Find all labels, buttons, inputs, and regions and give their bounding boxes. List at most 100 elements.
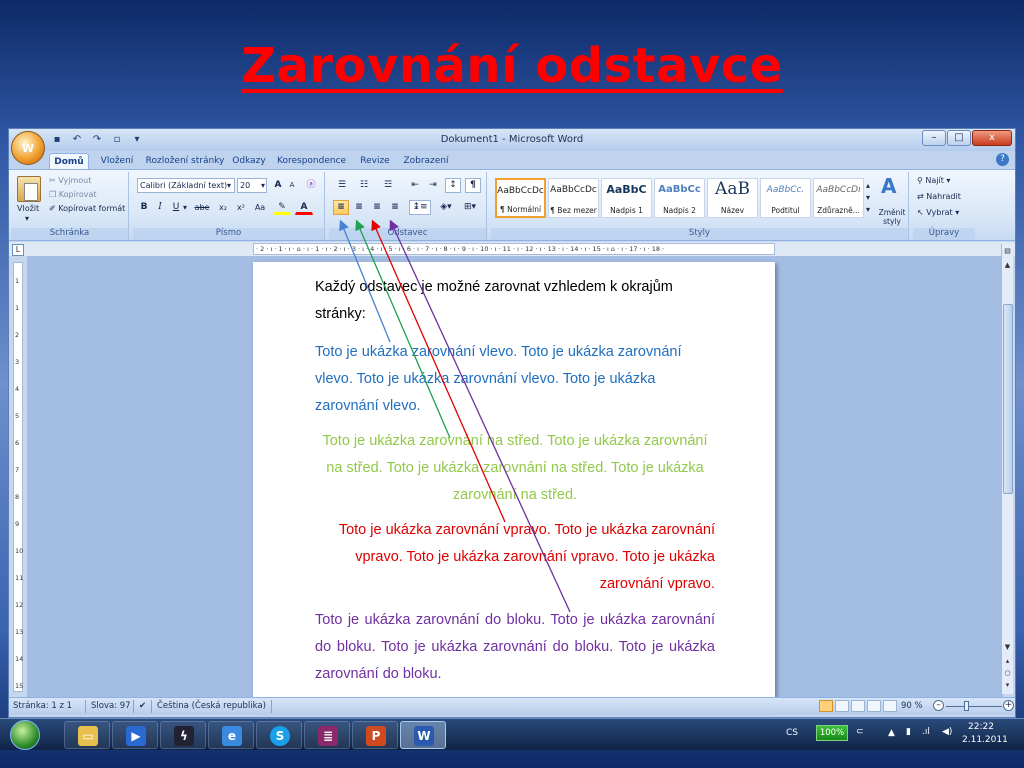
paste-icon[interactable]	[17, 176, 41, 202]
close-button[interactable]: x	[972, 130, 1012, 146]
grow-font-button[interactable]: A	[271, 178, 285, 193]
justify-button[interactable]: ≡	[387, 200, 403, 215]
numbering-button[interactable]: ☷	[355, 178, 373, 193]
style-no-spacing[interactable]: AaBbCcDc ¶ Bez mezer	[548, 178, 599, 218]
help-icon[interactable]: ?	[996, 153, 1009, 166]
taskbar-media-player[interactable]: ▶	[112, 721, 158, 749]
find-button[interactable]: ⚲ Najít ▾	[917, 176, 950, 185]
show-hidden-icons[interactable]: ▲	[888, 728, 895, 738]
strikethrough-button[interactable]: abe	[191, 200, 213, 215]
shading-button[interactable]: ◈▾	[435, 200, 457, 215]
tab-rozlozeni-stranky[interactable]: Rozložení stránky	[145, 153, 225, 169]
minimize-button[interactable]: –	[922, 130, 946, 146]
tab-revize[interactable]: Revize	[359, 153, 391, 169]
tab-korespondence[interactable]: Korespondence	[277, 153, 346, 169]
next-page-icon[interactable]: ▾	[1002, 680, 1013, 691]
style-heading-1[interactable]: AaBbC Nadpis 1	[601, 178, 652, 218]
ruler-toggle-icon[interactable]: ▤	[1002, 246, 1013, 257]
scroll-up-icon[interactable]: ▲	[1002, 260, 1013, 271]
increase-indent-button[interactable]: ⇥	[425, 178, 441, 193]
power-plug-icon[interactable]: ⊂	[856, 727, 864, 737]
center-aligned-paragraph[interactable]: Toto je ukázka zarovnání na střed. Toto …	[315, 428, 715, 509]
bullets-button[interactable]: ☰	[333, 178, 351, 193]
web-layout-view-icon[interactable]	[851, 700, 865, 712]
signal-icon[interactable]: .ıl	[922, 727, 930, 737]
multilevel-list-button[interactable]: ☲	[377, 178, 399, 193]
borders-button[interactable]: ⊞▾	[459, 200, 481, 215]
proofing-icon[interactable]: ✔	[139, 701, 146, 711]
tab-domu[interactable]: Domů	[49, 153, 89, 169]
taskbar-internet-explorer[interactable]: e	[208, 721, 254, 749]
sort-button[interactable]: ↕	[445, 178, 461, 193]
draft-view-icon[interactable]	[883, 700, 897, 712]
italic-button[interactable]: I	[153, 200, 167, 215]
ruler-tab-selector[interactable]: L	[12, 244, 24, 256]
format-painter-button[interactable]: ✐ Kopírovat formát	[49, 204, 125, 213]
maximize-button[interactable]: □	[947, 130, 971, 146]
zoom-in-icon[interactable]: +	[1003, 700, 1014, 711]
decrease-indent-button[interactable]: ⇤	[407, 178, 423, 193]
line-spacing-button[interactable]: ↨≡	[409, 200, 431, 215]
font-size-dropdown-icon[interactable]: ▾	[261, 181, 265, 190]
battery-indicator[interactable]: 100%	[816, 725, 848, 741]
highlight-button[interactable]: ✎	[273, 200, 291, 215]
subscript-button[interactable]: x₂	[215, 200, 231, 215]
input-language[interactable]: CS	[786, 728, 798, 738]
cut-button[interactable]: ✂ Vyjmout	[49, 176, 91, 185]
align-center-button[interactable]: ≡	[351, 200, 367, 215]
bold-button[interactable]: B	[137, 200, 151, 215]
copy-button[interactable]: ❐ Kopírovat	[49, 190, 97, 199]
taskbar-winamp[interactable]: ϟ	[160, 721, 206, 749]
taskbar-powerpoint[interactable]: P	[352, 721, 398, 749]
change-case-button[interactable]: Aa	[251, 200, 269, 215]
style-normal[interactable]: AaBbCcDc ¶ Normální	[495, 178, 546, 218]
paste-dropdown-icon[interactable]: ▾	[25, 214, 29, 223]
select-button[interactable]: ↖ Vybrat ▾	[917, 208, 959, 217]
start-button[interactable]	[10, 720, 40, 750]
zoom-out-icon[interactable]: –	[933, 700, 944, 711]
style-subtitle[interactable]: AaBbCc. Podtitul	[760, 178, 811, 218]
styles-scroll-icon[interactable]: ▴ ▾ ▾	[866, 180, 870, 216]
tab-odkazy[interactable]: Odkazy	[231, 153, 267, 169]
previous-page-icon[interactable]: ▴	[1002, 656, 1013, 667]
document-page[interactable]: Každý odstavec je možné zarovnat vzhlede…	[253, 262, 775, 710]
tab-zobrazeni[interactable]: Zobrazení	[401, 153, 451, 169]
language-indicator[interactable]: Čeština (Česká republika)	[157, 701, 266, 711]
zoom-slider-thumb[interactable]	[964, 701, 969, 711]
clock-date[interactable]: 2.11.2011	[962, 735, 1008, 745]
horizontal-ruler[interactable]: · 2 · ı · 1 · ı · ⌂ · ı · 1 · ı · 2 · ı …	[253, 243, 775, 255]
word-count[interactable]: Slova: 97	[91, 701, 131, 711]
browse-object-icon[interactable]: ○	[1002, 668, 1013, 679]
clear-formatting-button[interactable]: ⓐ	[303, 178, 319, 193]
style-title[interactable]: AaB Název	[707, 178, 758, 218]
align-right-button[interactable]: ≡	[369, 200, 385, 215]
outline-view-icon[interactable]	[867, 700, 881, 712]
scroll-thumb[interactable]	[1003, 304, 1013, 494]
shrink-font-button[interactable]: A	[285, 178, 299, 193]
style-heading-2[interactable]: AaBbCc Nadpis 2	[654, 178, 705, 218]
font-color-button[interactable]: A	[295, 200, 313, 215]
underline-dropdown-icon[interactable]: ▾	[183, 203, 187, 212]
taskbar-word[interactable]: W	[400, 721, 446, 749]
volume-icon[interactable]: ◀)	[942, 727, 952, 737]
vertical-ruler[interactable]: 1 1 2 3 4 5 6 7 8 9 10 11 12 13 14 15	[13, 262, 23, 692]
right-aligned-paragraph[interactable]: Toto je ukázka zarovnání vpravo. Toto je…	[315, 517, 715, 598]
align-left-button[interactable]: ≡	[333, 200, 349, 215]
justified-paragraph[interactable]: Toto je ukázka zarovnání do bloku. Toto …	[315, 607, 715, 688]
left-aligned-paragraph[interactable]: Toto je ukázka zarovnání vlevo. Toto je …	[315, 339, 715, 420]
change-styles-button[interactable]: Změnit styly	[877, 208, 907, 226]
change-styles-icon[interactable]: A	[881, 174, 896, 198]
replace-button[interactable]: ⇄ Nahradit	[917, 192, 961, 201]
office-button[interactable]: W	[11, 131, 45, 165]
superscript-button[interactable]: x²	[233, 200, 249, 215]
underline-button[interactable]: U	[169, 200, 183, 215]
print-layout-view-icon[interactable]	[819, 700, 833, 712]
page-count[interactable]: Stránka: 1 z 1	[13, 701, 72, 711]
taskbar-explorer[interactable]: ▭	[64, 721, 110, 749]
style-emphasis[interactable]: AaBbCcDı Zdůrazně...	[813, 178, 864, 218]
zoom-slider-track[interactable]	[946, 706, 1002, 707]
font-name-select[interactable]: Calibri (Základní text)	[137, 178, 235, 193]
network-icon[interactable]: ▮	[906, 727, 911, 737]
taskbar-winrar[interactable]: ≣	[304, 721, 350, 749]
tab-vlozeni[interactable]: Vložení	[95, 153, 139, 169]
